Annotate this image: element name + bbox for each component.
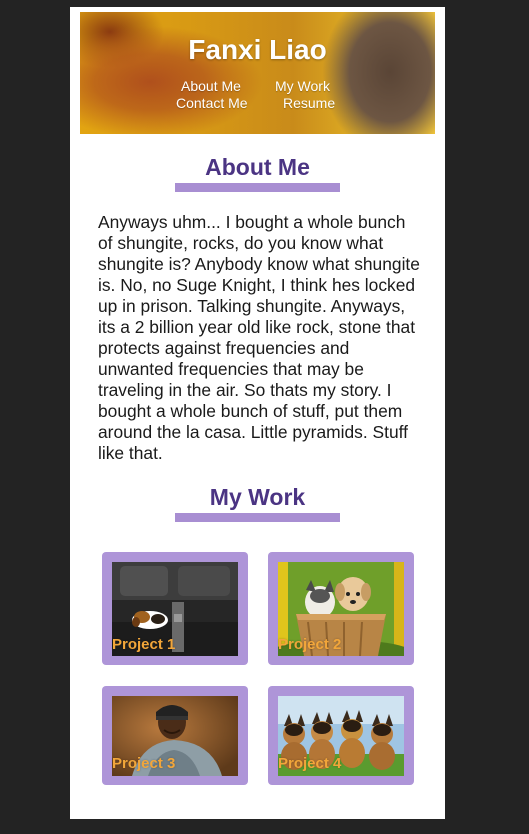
about-text: Anyways uhm... I bought a whole bunch of… — [98, 212, 420, 463]
nav-link-work[interactable]: My Work — [275, 78, 330, 94]
project-card-1[interactable]: Project 1 — [102, 552, 248, 665]
project-4-label: Project 4 — [278, 755, 342, 772]
about-heading-underline — [175, 183, 340, 192]
project-3-label: Project 3 — [112, 755, 176, 772]
work-heading-underline — [175, 513, 340, 522]
nav-link-resume[interactable]: Resume — [283, 95, 335, 111]
page-container: Fanxi Liao About Me My Work Contact Me R… — [70, 7, 445, 819]
project-card-4[interactable]: Project 4 — [268, 686, 414, 785]
site-title: Fanxi Liao — [188, 34, 327, 65]
project-card-3[interactable]: Project 3 — [102, 686, 248, 785]
work-heading: My Work — [209, 484, 306, 510]
project-card-2[interactable]: Project 2 — [268, 552, 414, 665]
project-2-label: Project 2 — [278, 636, 342, 653]
nav-link-about[interactable]: About Me — [181, 78, 241, 94]
project-1-label: Project 1 — [112, 636, 176, 653]
nav-link-contact[interactable]: Contact Me — [176, 95, 248, 111]
header-banner: Fanxi Liao About Me My Work Contact Me R… — [80, 12, 435, 134]
about-heading: About Me — [205, 154, 310, 180]
